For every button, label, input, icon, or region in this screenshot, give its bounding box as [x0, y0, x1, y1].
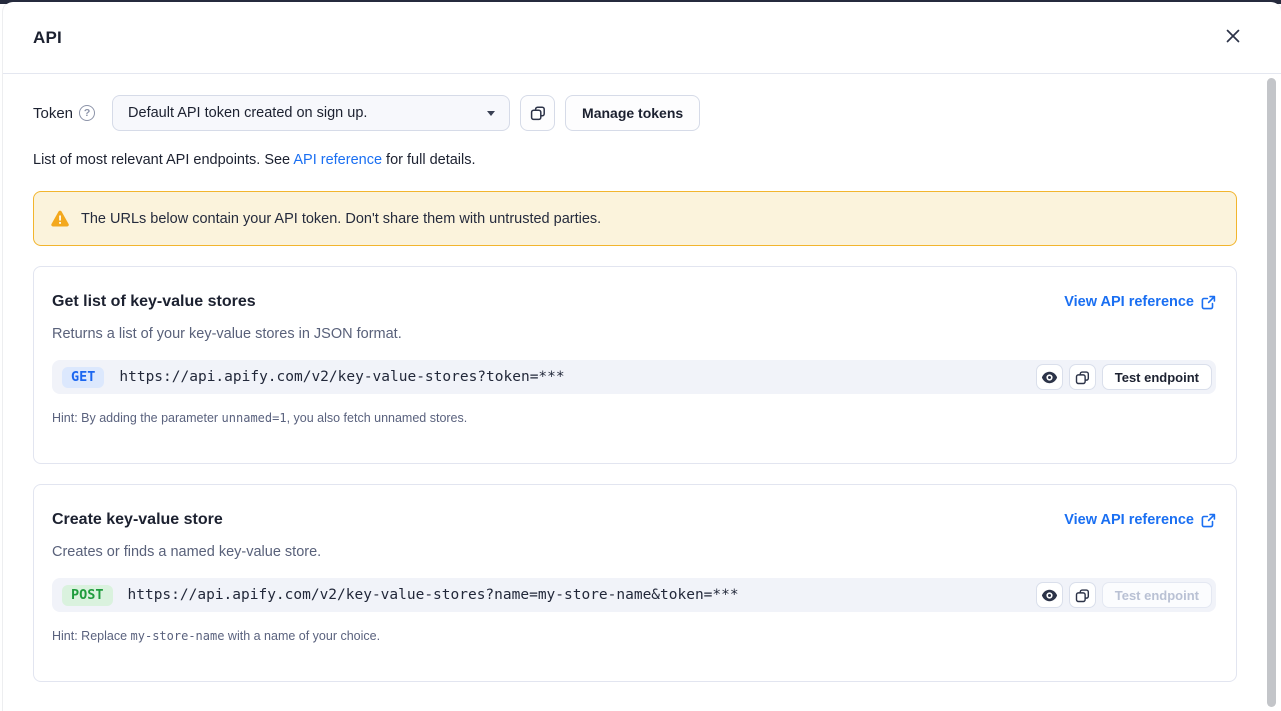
hint-before: Hint: Replace [52, 629, 131, 643]
endpoint-actions: Test endpoint [1036, 582, 1212, 608]
copy-token-button[interactable] [520, 95, 555, 131]
token-row: Token ? Default API token created on sig… [33, 95, 1237, 131]
view-api-reference-label: View API reference [1064, 512, 1194, 528]
card-head: Create key-value store View API referenc… [52, 511, 1216, 529]
view-api-reference-link[interactable]: View API reference [1064, 294, 1216, 310]
warning-triangle-icon [50, 210, 70, 228]
view-api-reference-link[interactable]: View API reference [1064, 512, 1216, 528]
close-icon [1225, 28, 1241, 44]
card-title: Get list of key-value stores [52, 293, 256, 311]
api-reference-link[interactable]: API reference [293, 152, 382, 168]
test-endpoint-button[interactable]: Test endpoint [1102, 364, 1212, 390]
intro-text: List of most relevant API endpoints. See… [33, 152, 1237, 168]
chevron-down-icon [487, 111, 495, 116]
card-head: Get list of key-value stores View API re… [52, 293, 1216, 311]
eye-icon [1041, 589, 1058, 602]
endpoint-url: https://api.apify.com/v2/key-value-store… [119, 369, 564, 385]
hint-code: my-store-name [131, 629, 225, 643]
endpoint-hint: Hint: By adding the parameter unnamed=1,… [52, 411, 1216, 425]
hint-after: with a name of your choice. [224, 629, 380, 643]
help-icon[interactable]: ? [79, 105, 95, 121]
endpoint-row: POST https://api.apify.com/v2/key-value-… [52, 578, 1216, 612]
view-api-reference-label: View API reference [1064, 294, 1194, 310]
page-title: API [33, 28, 62, 48]
show-token-button[interactable] [1036, 582, 1063, 608]
endpoint-row: GET https://api.apify.com/v2/key-value-s… [52, 360, 1216, 394]
test-endpoint-button[interactable]: Test endpoint [1102, 582, 1212, 608]
external-link-icon [1201, 513, 1216, 528]
method-badge: GET [62, 367, 104, 388]
token-dropdown[interactable]: Default API token created on sign up. [112, 95, 510, 131]
endpoint-card-create-store: Create key-value store View API referenc… [33, 484, 1237, 682]
token-dropdown-value: Default API token created on sign up. [128, 105, 487, 121]
endpoint-actions: Test endpoint [1036, 364, 1212, 390]
scrollbar-thumb[interactable] [1267, 78, 1276, 707]
hint-after: , you also fetch unnamed stores. [287, 411, 468, 425]
copy-icon [530, 105, 546, 121]
method-badge: POST [62, 585, 113, 606]
manage-tokens-button[interactable]: Manage tokens [565, 95, 700, 131]
card-description: Creates or finds a named key-value store… [52, 544, 1216, 560]
copy-url-button[interactable] [1069, 582, 1096, 608]
endpoint-card-get-list: Get list of key-value stores View API re… [33, 266, 1237, 464]
hint-before: Hint: By adding the parameter [52, 411, 222, 425]
intro-after: for full details. [382, 152, 476, 168]
card-title: Create key-value store [52, 511, 223, 529]
close-button[interactable] [1223, 28, 1243, 48]
card-description: Returns a list of your key-value stores … [52, 326, 1216, 342]
endpoint-hint: Hint: Replace my-store-name with a name … [52, 629, 1216, 643]
warning-text: The URLs below contain your API token. D… [81, 211, 601, 227]
show-token-button[interactable] [1036, 364, 1063, 390]
endpoint-url: https://api.apify.com/v2/key-value-store… [128, 587, 739, 603]
intro-before: List of most relevant API endpoints. See [33, 152, 293, 168]
modal-body: Token ? Default API token created on sig… [3, 74, 1281, 711]
hint-code: unnamed=1 [222, 411, 287, 425]
api-modal: API Token ? Default API token created on… [3, 2, 1281, 711]
copy-url-button[interactable] [1069, 364, 1096, 390]
modal-header: API [3, 2, 1281, 74]
copy-icon [1075, 370, 1090, 385]
external-link-icon [1201, 295, 1216, 310]
copy-icon [1075, 588, 1090, 603]
eye-icon [1041, 371, 1058, 384]
warning-banner: The URLs below contain your API token. D… [33, 191, 1237, 246]
token-label: Token [33, 105, 73, 122]
